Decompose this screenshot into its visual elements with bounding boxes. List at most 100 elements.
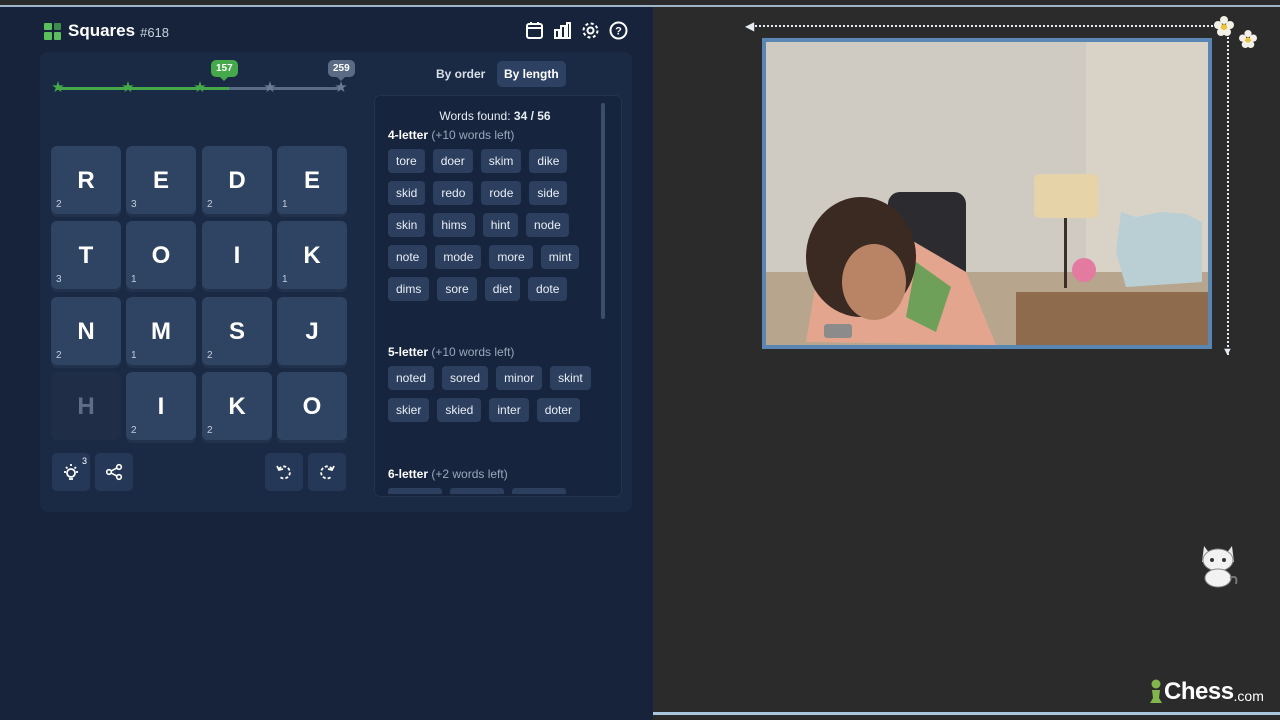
word-chip[interactable]: skint [550, 366, 591, 390]
letter-tile[interactable]: O [277, 372, 347, 440]
tile-count: 2 [56, 350, 62, 361]
score-progress: 157 259 ★ ★ ★ ★ ★ [50, 56, 360, 106]
letter-tile[interactable]: S2 [202, 297, 272, 365]
word-chip[interactable]: mint [540, 245, 580, 269]
webcam-image [766, 42, 1208, 345]
word-chip[interactable]: doer [432, 149, 473, 173]
webcam-feed [762, 38, 1212, 349]
found-words-panel[interactable]: Words found: 34 / 56 4-letter (+10 words… [374, 95, 622, 497]
word-chip[interactable]: noted [388, 366, 435, 390]
game-title: Squares [68, 21, 136, 40]
letter-tile[interactable]: J [277, 297, 347, 365]
pawn-icon [1150, 679, 1162, 703]
hint-icon [64, 464, 78, 480]
settings-icon[interactable] [580, 19, 600, 41]
puzzle-number: #618 [140, 24, 170, 40]
word-chip[interactable]: side [529, 181, 568, 205]
max-score-badge: 259 [328, 60, 355, 81]
word-chip[interactable]: inter [489, 398, 529, 422]
tile-letter: S [228, 318, 245, 345]
word-chip[interactable]: sore [437, 277, 477, 301]
header-toolbar: ? [524, 19, 628, 41]
word-chip[interactable]: sored [442, 366, 489, 390]
letter-tile[interactable]: M1 [126, 297, 196, 365]
word-chip[interactable]: doter [536, 398, 581, 422]
letter-tile[interactable]: O1 [126, 221, 196, 289]
letter-tile[interactable]: R2 [51, 146, 121, 214]
words-found-label: Words found: [439, 109, 511, 123]
word-chip[interactable]: diet [484, 277, 521, 301]
tile-count: 2 [56, 199, 62, 210]
letter-tile[interactable]: D2 [202, 146, 272, 214]
letter-tile[interactable]: I [202, 221, 272, 289]
letter-tile[interactable]: N2 [51, 297, 121, 365]
word-chip[interactable] [388, 488, 442, 494]
share-icon [105, 463, 123, 481]
sort-by-length-tab[interactable]: By length [497, 61, 566, 87]
word-chip-list: tore doer skim dike skid redo rode side skin hims… [388, 149, 593, 301]
brand-tld: .com [1233, 688, 1264, 704]
rotate-right-button[interactable] [308, 453, 346, 491]
arrow-left-icon: ◀ [745, 19, 755, 33]
rotate-left-button[interactable] [265, 453, 303, 491]
letter-tile[interactable]: I2 [126, 372, 196, 440]
tile-letter: M [151, 318, 171, 345]
star-icon: ★ [193, 79, 207, 96]
help-icon[interactable]: ? [608, 19, 628, 41]
tile-count: 3 [56, 274, 62, 285]
word-section-title: 4-letter [388, 128, 429, 142]
word-section-title: 5-letter [388, 345, 429, 359]
tile-count: 1 [282, 199, 288, 210]
word-chip[interactable]: skin [388, 213, 426, 237]
game-header: Squares #618 [44, 19, 169, 43]
words-found-counter: Words found: 34 / 56 [375, 109, 615, 123]
calendar-icon[interactable] [524, 19, 544, 41]
word-chip[interactable]: dike [529, 149, 568, 173]
word-section-header: 5-letter (+10 words left) [388, 345, 514, 359]
letter-tile[interactable]: E3 [126, 146, 196, 214]
stats-icon[interactable] [552, 19, 572, 41]
word-chip[interactable]: node [526, 213, 569, 237]
word-chip[interactable]: skied [437, 398, 482, 422]
word-chip[interactable]: rode [481, 181, 522, 205]
word-chip[interactable]: mode [435, 245, 482, 269]
letter-tile[interactable]: K1 [277, 221, 347, 289]
word-section-title: 6-letter [388, 467, 429, 481]
tile-count: 2 [207, 199, 213, 210]
word-chip[interactable]: note [388, 245, 428, 269]
word-chip[interactable]: tore [388, 149, 425, 173]
squares-logo-icon [44, 22, 61, 40]
rotate-left-icon [276, 465, 291, 480]
tile-letter: H [77, 393, 95, 420]
word-chip[interactable]: skier [388, 398, 430, 422]
word-chip[interactable] [450, 488, 504, 494]
words-scrollbar[interactable] [601, 103, 605, 319]
tile-letter: I [157, 393, 165, 420]
star-icon: ★ [334, 79, 348, 96]
word-chip[interactable]: hims [433, 213, 475, 237]
letter-tile[interactable]: H [51, 372, 121, 440]
word-chip[interactable]: dote [528, 277, 568, 301]
letter-tile[interactable]: E1 [277, 146, 347, 214]
tile-count: 2 [207, 425, 213, 436]
word-chip[interactable]: redo [433, 181, 474, 205]
letter-tile[interactable]: T3 [51, 221, 121, 289]
tile-count: 1 [282, 274, 288, 285]
tile-count: 2 [131, 425, 137, 436]
share-button[interactable] [95, 453, 133, 491]
word-chip[interactable] [512, 488, 566, 494]
sort-by-order-tab[interactable]: By order [426, 61, 495, 87]
tile-letter: E [152, 167, 169, 194]
word-chip[interactable]: minor [496, 366, 543, 390]
tile-letter: J [305, 318, 319, 345]
word-chip[interactable]: dims [388, 277, 430, 301]
word-chip[interactable]: hint [482, 213, 519, 237]
word-chip[interactable]: more [489, 245, 533, 269]
tile-count: 1 [131, 350, 137, 361]
cat-sticker-icon [1202, 546, 1238, 588]
rotate-right-icon [320, 465, 335, 480]
word-chip[interactable]: skim [480, 149, 522, 173]
overlay-dotted-line [1227, 25, 1229, 355]
letter-tile[interactable]: K2 [202, 372, 272, 440]
word-chip[interactable]: skid [388, 181, 426, 205]
